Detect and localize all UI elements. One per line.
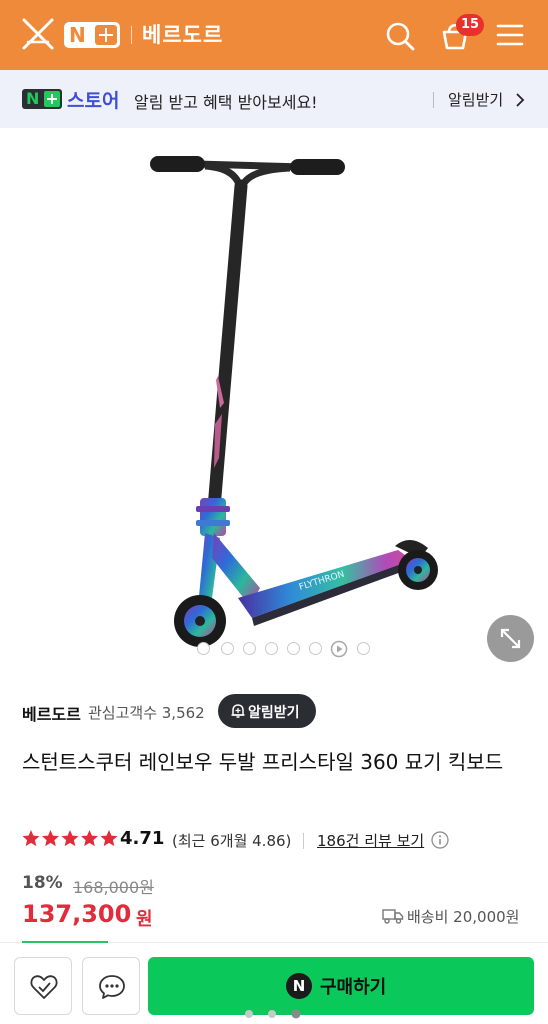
buy-button[interactable]: N 구매하기 bbox=[148, 957, 534, 1015]
info-icon[interactable] bbox=[431, 831, 449, 849]
rating-divider bbox=[303, 833, 304, 849]
zoom-button[interactable] bbox=[487, 615, 534, 662]
star-icon bbox=[61, 830, 79, 847]
truck-icon bbox=[382, 909, 404, 924]
gallery-dot[interactable] bbox=[221, 642, 234, 655]
gallery-dot[interactable] bbox=[357, 642, 370, 655]
plus-store-label: 스토어 bbox=[67, 90, 120, 112]
sale-price-unit: 원 bbox=[136, 909, 153, 930]
reviews-link[interactable]: 186건 리뷰 보기 bbox=[317, 830, 424, 851]
plus-icon bbox=[95, 25, 117, 45]
seller-fans-count: 관심고객수 3,562 bbox=[88, 704, 205, 722]
rating-stars bbox=[22, 830, 118, 847]
notice-divider bbox=[433, 92, 434, 108]
top-header: N 베르도르 15 bbox=[0, 0, 548, 70]
store-title[interactable]: 베르도르 bbox=[142, 19, 223, 49]
header-divider bbox=[131, 26, 132, 44]
cart-count-badge: 15 bbox=[456, 14, 485, 36]
chevron-right-icon[interactable] bbox=[514, 92, 526, 108]
notice-text: 알림 받고 혜택 받아보세요! bbox=[134, 93, 318, 112]
gallery-dot[interactable] bbox=[197, 642, 210, 655]
heart-icon bbox=[30, 975, 58, 999]
naver-plus-store-badge: N bbox=[22, 89, 62, 109]
menu-icon[interactable] bbox=[496, 22, 524, 48]
naver-n-logo: N bbox=[26, 89, 40, 108]
gallery-dot[interactable] bbox=[287, 642, 300, 655]
rating-value: 4.71 bbox=[120, 828, 165, 849]
talk-button[interactable] bbox=[82, 957, 140, 1015]
product-title: 스턴트스쿠터 레인보우 두발 프리스타일 360 묘기 킥보드 bbox=[22, 750, 504, 774]
naver-plus-badge[interactable]: N bbox=[64, 22, 120, 48]
chat-icon bbox=[99, 975, 125, 999]
tab-indicator bbox=[22, 941, 108, 943]
original-price: 168,000원 bbox=[73, 878, 154, 897]
star-icon bbox=[42, 830, 59, 847]
alarm-subscribe-button[interactable]: 알림받기 bbox=[218, 694, 316, 728]
notice-alarm-link[interactable]: 알림받기 bbox=[448, 89, 503, 110]
seller-name[interactable]: 베르도르 bbox=[22, 701, 81, 725]
star-icon bbox=[100, 830, 118, 847]
search-icon[interactable] bbox=[384, 20, 416, 52]
naver-n-logo: N bbox=[69, 23, 86, 47]
shipping-fee: 배송비 20,000원 bbox=[407, 908, 520, 926]
discount-rate: 18% bbox=[22, 873, 63, 893]
product-image[interactable]: FLYTHRON bbox=[0, 128, 548, 673]
like-button[interactable] bbox=[14, 957, 72, 1015]
star-icon bbox=[81, 830, 98, 847]
page-indicator bbox=[245, 1009, 301, 1019]
expand-icon bbox=[500, 628, 521, 649]
plus-icon bbox=[44, 91, 60, 107]
gallery-dot[interactable] bbox=[243, 642, 256, 655]
bell-icon bbox=[231, 704, 245, 718]
gallery-dot[interactable] bbox=[309, 642, 322, 655]
scooter-image: FLYTHRON bbox=[150, 156, 438, 647]
buy-button-label: 구매하기 bbox=[320, 977, 387, 998]
star-icon bbox=[22, 830, 40, 847]
rating-recent: (최근 6개월 4.86) bbox=[172, 832, 292, 850]
alarm-button-label: 알림받기 bbox=[248, 705, 300, 721]
brand-logo-icon[interactable] bbox=[20, 16, 56, 52]
naver-pay-badge: N bbox=[286, 973, 312, 999]
sale-price: 137,300 bbox=[22, 900, 132, 928]
gallery-dot[interactable] bbox=[265, 642, 278, 655]
play-video-icon[interactable] bbox=[330, 640, 348, 658]
